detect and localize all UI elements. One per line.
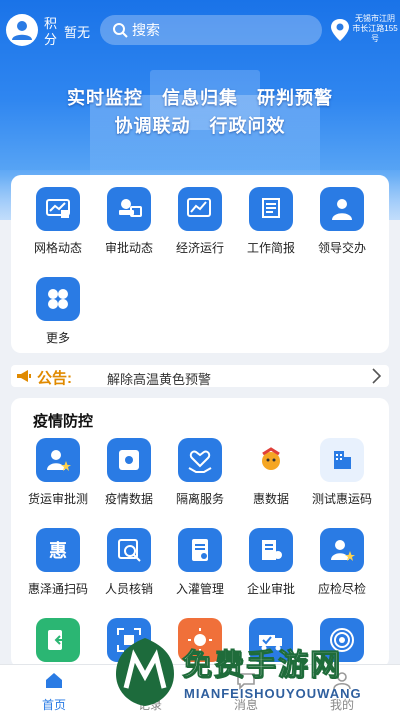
location-text[interactable]: 无锡市江阴市长江路155号 <box>352 14 398 44</box>
tab-item[interactable]: 首页 <box>14 665 94 711</box>
building-code-icon <box>334 451 351 469</box>
search-input[interactable]: 搜索 <box>100 15 322 45</box>
menu-icon-box <box>320 187 364 231</box>
more-grid-icon <box>48 289 68 309</box>
menu-item-label: 工作简报 <box>246 241 295 255</box>
avatar[interactable] <box>6 14 38 46</box>
menu-item[interactable]: 网格动态 <box>22 175 94 255</box>
menu-item-label: 惠泽通扫码 <box>27 582 88 596</box>
menu-icon-box <box>36 438 80 482</box>
scroll-report-icon <box>262 198 280 218</box>
quick-menu-card: 网格动态 审批动态 经济运行 工作简报 领导交办更多 <box>11 175 389 353</box>
menu-item-label: 人员核销 <box>104 582 153 596</box>
menu-item[interactable]: 惠数据 <box>235 426 307 506</box>
menu-item[interactable]: 审批动态 <box>93 175 165 255</box>
document-icon <box>192 539 208 561</box>
menu-item-label: 领导交办 <box>317 241 366 255</box>
watermark-title: 免费手游网 <box>182 649 342 683</box>
points-value: 暂无 <box>64 25 91 40</box>
banner-slogan-line2: 协调联动 行政问效 <box>114 116 286 136</box>
leader-person-icon <box>332 199 352 220</box>
person-star-icon <box>47 450 71 471</box>
user-avatar-icon <box>12 21 32 40</box>
menu-item-label: 测试惠运码 <box>311 492 372 506</box>
menu-icon-box <box>249 187 293 231</box>
menu-icon-box <box>107 438 151 482</box>
menu-item[interactable]: 入灌管理 <box>164 516 236 596</box>
menu-icon-box <box>178 438 222 482</box>
menu-item-label: 货运审批测 <box>27 492 88 506</box>
menu-item-label: 网格动态 <box>33 241 82 255</box>
menu-item-label: 经济运行 <box>175 241 224 255</box>
menu-item[interactable]: 应检尽检 <box>306 516 378 596</box>
tab-label: 首页 <box>41 698 66 711</box>
menu-icon-box <box>249 528 293 572</box>
search-placeholder: 搜索 <box>132 22 160 38</box>
menu-item[interactable]: 人员核销 <box>93 516 165 596</box>
menu-icon-box <box>107 187 151 231</box>
menu-icon-box <box>320 528 364 572</box>
epidemic-card: 疫情防控 货运审批测 疫情数据 隔离服务 惠数据 测试惠运码惠惠泽通扫码 人员核销 入灌管理… <box>11 398 389 668</box>
menu-icon-box <box>320 438 364 482</box>
menu-item-label: 更多 <box>45 331 70 345</box>
menu-icon-box: 惠 <box>36 528 80 572</box>
menu-item-label: 入灌管理 <box>175 582 224 596</box>
notice-text: 解除高温黄色预警 <box>107 372 212 387</box>
svg-text:惠: 惠 <box>49 541 67 562</box>
menu-icon-box <box>178 187 222 231</box>
menu-item-label: 应检尽检 <box>317 582 366 596</box>
search-person-icon <box>118 539 141 562</box>
menu-item[interactable]: 领导交办 <box>306 175 378 255</box>
banner-slogan-line1: 实时监控 信息归集 研判预警 <box>67 88 333 108</box>
mascot-icon <box>262 447 280 470</box>
menu-icon-box <box>36 187 80 231</box>
menu-item[interactable]: 企业审批 <box>235 516 307 596</box>
watermark-subtitle: MIANFEISHOUYOUWANG <box>184 686 362 701</box>
hui-char-icon: 惠 <box>49 541 67 562</box>
menu-icon-box <box>36 277 80 321</box>
home-icon <box>46 673 62 688</box>
heart-hands-icon <box>188 450 212 473</box>
points-label: 积分 <box>44 16 58 47</box>
menu-item-label: 隔离服务 <box>175 492 224 506</box>
trend-chart-icon <box>187 198 211 217</box>
top-bar: 积分 暂无 搜索 无锡市江阴市长江路155号 <box>0 10 400 50</box>
megaphone-icon <box>17 370 31 382</box>
exit-door-icon <box>48 630 68 650</box>
enterprise-icon <box>262 540 282 560</box>
menu-item-label: 审批动态 <box>104 241 153 255</box>
approval-stamp-icon <box>119 199 142 217</box>
menu-item-label: 疫情数据 <box>104 492 153 506</box>
menu-item[interactable]: 惠惠泽通扫码 <box>22 516 94 596</box>
grid-monitor-icon <box>46 199 70 218</box>
menu-item[interactable]: 工作简报 <box>235 175 307 255</box>
location-pin-icon[interactable] <box>330 18 350 42</box>
menu-item-label: 企业审批 <box>246 582 295 596</box>
menu-icon-box <box>249 438 293 482</box>
chevron-right-icon[interactable] <box>371 368 381 384</box>
menu-item[interactable]: 更多 <box>22 265 94 345</box>
watermark-logo-icon <box>116 638 174 706</box>
menu-item[interactable]: 货运审批测 <box>22 426 94 506</box>
menu-item[interactable]: 隔离服务 <box>164 426 236 506</box>
virus-data-icon <box>119 450 139 470</box>
menu-item[interactable]: 疫情数据 <box>93 426 165 506</box>
search-icon <box>113 23 128 38</box>
menu-item-label: 惠数据 <box>252 492 289 506</box>
menu-icon-box <box>36 618 80 662</box>
menu-icon-box <box>178 528 222 572</box>
notice-bar[interactable]: 公告: 解除高温黄色预警 <box>11 365 389 387</box>
menu-item[interactable]: 测试惠运码 <box>306 426 378 506</box>
watermark: 免费手游网 MIANFEISHOUYOUWANG <box>112 636 400 711</box>
person-star-icon <box>331 540 355 561</box>
menu-icon-box <box>107 528 151 572</box>
menu-item[interactable]: 经济运行 <box>164 175 236 255</box>
notice-title: 公告: <box>37 370 72 387</box>
